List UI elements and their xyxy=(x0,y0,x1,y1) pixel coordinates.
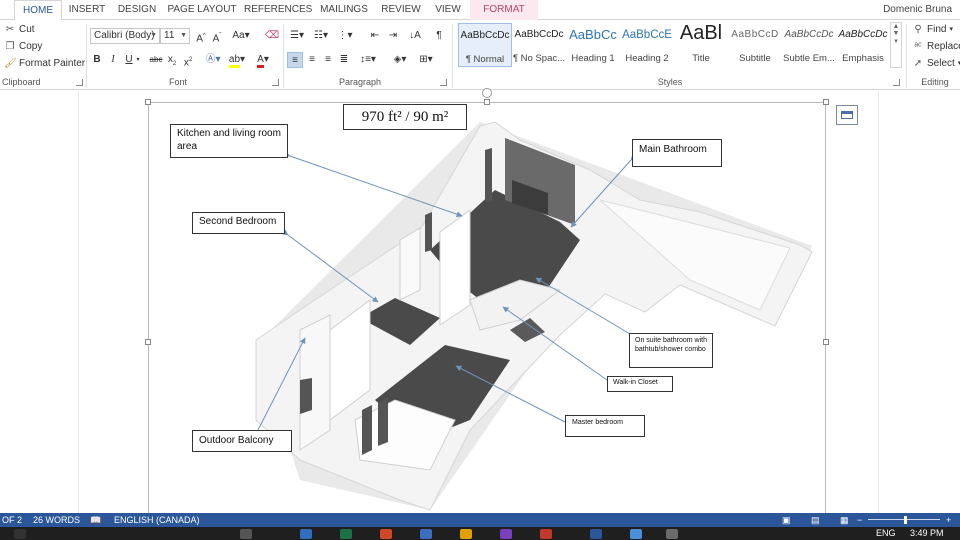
zoom-out-icon[interactable]: − xyxy=(857,513,862,527)
taskview-icon[interactable] xyxy=(240,529,252,539)
language-status[interactable]: ENGLISH (CANADA) xyxy=(114,513,200,527)
area-label[interactable]: 970 ft² / 90 m² xyxy=(343,104,467,130)
label-main-bathroom[interactable]: Main Bathroom xyxy=(632,139,722,167)
chrome-icon[interactable] xyxy=(380,529,392,539)
rotate-handle-icon[interactable] xyxy=(482,88,492,98)
status-bar: OF 2 26 WORDS 📖 ENGLISH (CANADA) ▣ ▤ ▦ −… xyxy=(0,513,960,527)
picture-selection-frame xyxy=(148,102,826,514)
resize-handle[interactable] xyxy=(484,99,490,105)
word-count[interactable]: 26 WORDS xyxy=(33,513,80,527)
app-icon[interactable] xyxy=(540,529,552,539)
excel-icon[interactable] xyxy=(340,529,352,539)
app-icon[interactable] xyxy=(666,529,678,539)
app-icon[interactable] xyxy=(500,529,512,539)
proofing-icon[interactable]: 📖 xyxy=(90,513,101,527)
os-taskbar: ENG 3:49 PM xyxy=(0,527,960,540)
resize-handle[interactable] xyxy=(823,99,829,105)
folder-icon[interactable] xyxy=(460,529,472,539)
clock[interactable]: 3:49 PM xyxy=(910,527,944,540)
word-icon[interactable] xyxy=(590,529,602,539)
label-ensuite-bathroom[interactable]: On suite bathroom with bathtub/shower co… xyxy=(629,333,713,368)
layout-options-icon[interactable] xyxy=(836,105,858,125)
label-second-bedroom[interactable]: Second Bedroom xyxy=(192,212,285,234)
read-mode-icon[interactable]: ▣ xyxy=(782,513,791,527)
label-walk-in-closet[interactable]: Walk-in Closet xyxy=(607,376,673,392)
start-icon[interactable] xyxy=(14,529,26,539)
resize-handle[interactable] xyxy=(823,339,829,345)
resize-handle[interactable] xyxy=(145,99,151,105)
layout-options-glyph xyxy=(841,111,853,119)
web-layout-icon[interactable]: ▦ xyxy=(840,513,849,527)
resize-handle[interactable] xyxy=(145,339,151,345)
label-master-bedroom[interactable]: Master bedroom xyxy=(565,415,645,437)
zoom-in-icon[interactable]: + xyxy=(946,513,951,527)
label-outdoor-balcony[interactable]: Outdoor Balcony xyxy=(192,430,292,452)
app-icon[interactable] xyxy=(630,529,642,539)
label-kitchen-living[interactable]: Kitchen and living room area xyxy=(170,124,288,158)
input-language[interactable]: ENG xyxy=(876,527,896,540)
edge-icon[interactable] xyxy=(300,529,312,539)
app-icon[interactable] xyxy=(420,529,432,539)
page-count[interactable]: OF 2 xyxy=(2,513,22,527)
print-layout-icon[interactable]: ▤ xyxy=(811,513,820,527)
zoom-slider-thumb[interactable] xyxy=(904,516,907,524)
